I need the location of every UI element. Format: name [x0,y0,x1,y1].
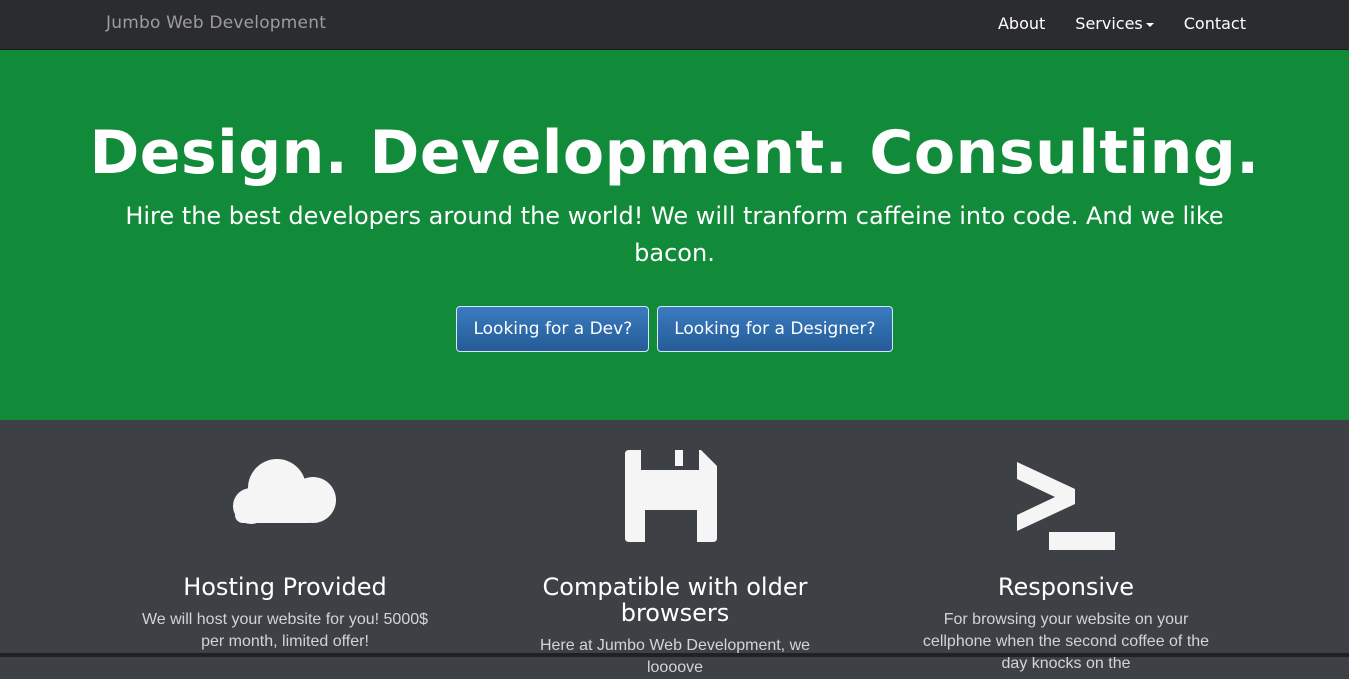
feature-title: Responsive [997,573,1135,601]
nav-link-contact[interactable]: Contact [1169,14,1246,33]
hero-buttons: Looking for a Dev? Looking for a Designe… [0,306,1349,352]
feature-text: For browsing your website on your cellph… [922,611,1210,672]
nav-links: About Services Contact [983,14,1246,33]
brand-link[interactable]: Jumbo Web Development [106,13,326,33]
caret-down-icon [1145,22,1154,27]
top-navbar: Jumbo Web Development About Services Con… [0,0,1349,50]
feature-title: Compatible with older browsers [542,573,808,627]
nav-link-about-label: About [997,14,1046,33]
feature-text: Here at Jumbo Web Development, we loooov… [539,637,811,676]
feature-title: Hosting Provided [183,573,387,601]
feature-text: We will host your website for you! 5000$… [141,611,429,650]
cloud-icon [233,459,336,524]
dev-button[interactable]: Looking for a Dev? [456,306,650,352]
terminal-icon [1017,462,1115,550]
designer-button[interactable]: Looking for a Designer? [657,306,893,352]
nav-link-about[interactable]: About [983,14,1060,33]
hero-subtitle: Hire the best developers around the worl… [125,202,1224,267]
nav-link-contact-label: Contact [1183,14,1246,33]
nav-link-services-dropdown[interactable]: Services [1060,14,1168,33]
nav-link-services-label: Services [1075,14,1143,33]
floppy-disk-icon [625,450,717,542]
hero-title: Design. Development. Consulting. [89,118,1260,188]
hero-section: Design. Development. Consulting. Hire th… [0,50,1349,420]
features-section: Hosting Provided We will host your websi… [0,420,1349,676]
page-bottom-edge [0,653,1349,657]
